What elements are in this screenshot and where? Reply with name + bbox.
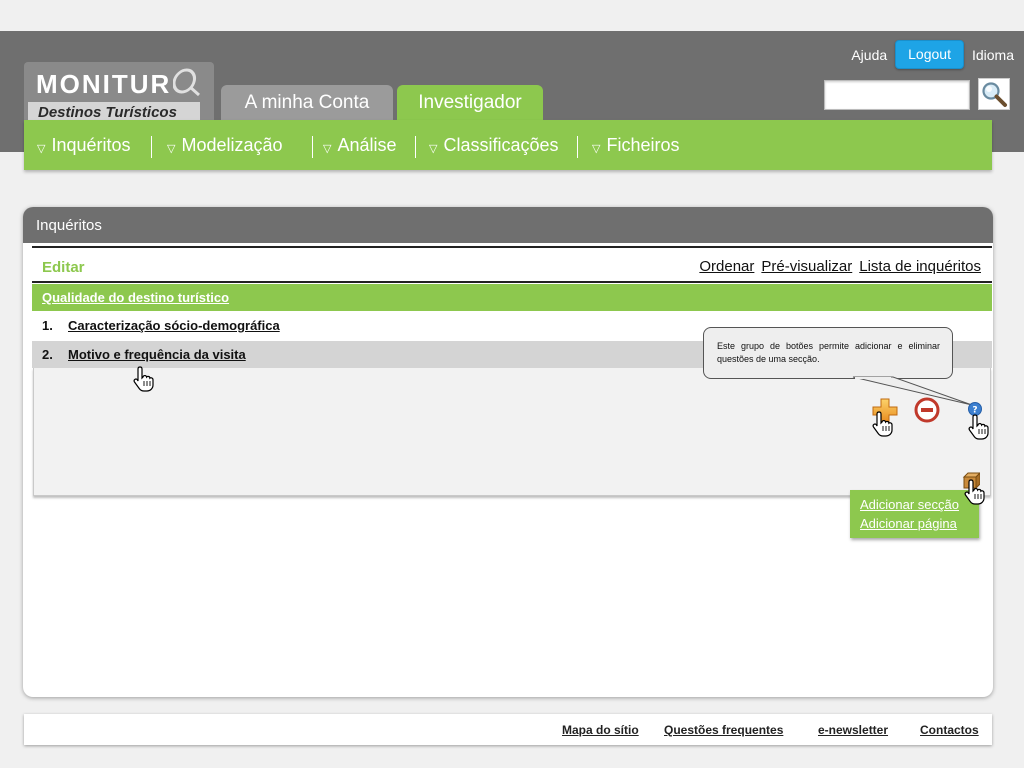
faq-link[interactable]: Questões frequentes xyxy=(664,723,783,737)
nav-separator xyxy=(151,136,152,158)
nav-label: Modelização xyxy=(181,134,283,155)
tooltip-text: Este grupo de botões permite adicionar e… xyxy=(717,341,940,364)
search-button[interactable] xyxy=(978,78,1010,110)
tab-my-account[interactable]: A minha Conta xyxy=(221,85,393,121)
nav-item-inqueritos[interactable]: ▽ Inquéritos xyxy=(37,120,131,170)
nav-label: Ficheiros xyxy=(606,134,680,155)
panel-actions: Ordenar Pré-visualizar Lista de inquérit… xyxy=(699,258,981,275)
nav-separator xyxy=(312,136,313,158)
sub-navigation: ▽ Inquéritos ▽ Modelização ▽ Análise ▽ C… xyxy=(24,120,992,170)
edit-label: Editar xyxy=(42,259,85,276)
divider xyxy=(32,246,992,248)
tab-investigator[interactable]: Investigador xyxy=(397,85,543,121)
magnifier-icon xyxy=(982,82,1007,107)
nav-item-modelizacao[interactable]: ▽ Modelização xyxy=(167,120,283,170)
triangle-down-icon: ▽ xyxy=(592,142,601,155)
section-title-link[interactable]: Qualidade do destino turístico xyxy=(42,290,229,305)
triangle-down-icon: ▽ xyxy=(167,142,176,155)
svg-text:?: ? xyxy=(972,406,977,416)
question-mark-icon: ? xyxy=(968,402,982,416)
section-header: Qualidade do destino turístico xyxy=(32,284,992,311)
logout-button[interactable]: Logout xyxy=(895,40,964,69)
divider xyxy=(32,281,992,283)
add-page-link[interactable]: Adicionar página xyxy=(860,514,969,533)
surveys-panel: Inquéritos Editar Ordenar Pré-visualizar… xyxy=(23,207,993,697)
preview-link[interactable]: Pré-visualizar xyxy=(761,258,852,275)
nav-separator xyxy=(415,136,416,158)
help-link[interactable]: Ajuda xyxy=(851,47,887,63)
question-number: 1. xyxy=(42,318,53,333)
help-button[interactable]: ? xyxy=(968,402,982,421)
question-content-area xyxy=(33,368,991,496)
nav-item-analise[interactable]: ▽ Análise xyxy=(323,120,397,170)
add-menu: Adicionar secção Adicionar página xyxy=(850,490,979,538)
remove-question-button[interactable] xyxy=(913,396,941,429)
order-link[interactable]: Ordenar xyxy=(699,258,754,275)
triangle-down-icon: ▽ xyxy=(323,142,332,155)
question-number: 2. xyxy=(42,347,53,362)
sitemap-link[interactable]: Mapa do sítio xyxy=(562,723,639,737)
search-input[interactable] xyxy=(824,80,970,110)
plus-icon xyxy=(872,398,898,424)
add-section-link[interactable]: Adicionar secção xyxy=(860,495,969,514)
triangle-down-icon: ▽ xyxy=(429,142,438,155)
minus-circle-icon xyxy=(914,397,940,423)
top-links: Ajuda Logout Idioma xyxy=(851,40,1014,69)
nav-separator xyxy=(577,136,578,158)
logo-title: MONITUR xyxy=(36,69,172,99)
logo[interactable]: MONITUR Destinos Turísticos xyxy=(24,62,214,126)
footer: Mapa do sítio Questões frequentes e-news… xyxy=(24,714,992,745)
nav-label: Classificações xyxy=(443,134,559,155)
box-icon xyxy=(962,471,982,490)
language-link[interactable]: Idioma xyxy=(972,47,1014,63)
nav-label: Análise xyxy=(337,134,397,155)
newsletter-link[interactable]: e-newsletter xyxy=(818,723,888,737)
question-link[interactable]: Caracterização sócio-demográfica xyxy=(68,318,280,333)
logo-q-icon xyxy=(172,68,201,97)
triangle-down-icon: ▽ xyxy=(37,142,46,155)
nav-item-ficheiros[interactable]: ▽ Ficheiros xyxy=(592,120,680,170)
help-tooltip: Este grupo de botões permite adicionar e… xyxy=(703,327,953,379)
nav-item-classificacoes[interactable]: ▽ Classificações xyxy=(429,120,559,170)
nav-label: Inquéritos xyxy=(51,134,131,155)
question-link[interactable]: Motivo e frequência da visita xyxy=(68,347,246,362)
contacts-link[interactable]: Contactos xyxy=(920,723,979,737)
add-question-button[interactable] xyxy=(871,397,899,430)
panel-title: Inquéritos xyxy=(23,207,993,243)
survey-list-link[interactable]: Lista de inquéritos xyxy=(859,258,981,275)
